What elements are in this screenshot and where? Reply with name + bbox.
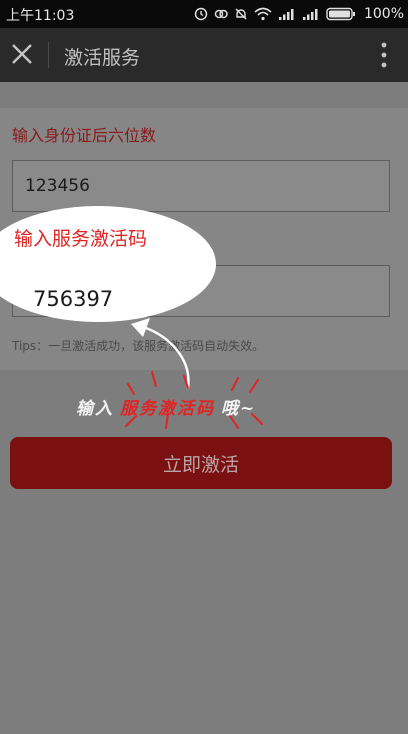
hint-highlight: 服务激活码: [120, 398, 215, 419]
hint-suffix: 哦~: [221, 398, 257, 419]
pointer-arrow-icon: [125, 318, 263, 429]
hint-prefix: 输入: [76, 398, 114, 419]
activate-button[interactable]: 立即激活: [10, 437, 392, 489]
hint-note: 输入 服务激活码 哦~: [76, 390, 256, 422]
